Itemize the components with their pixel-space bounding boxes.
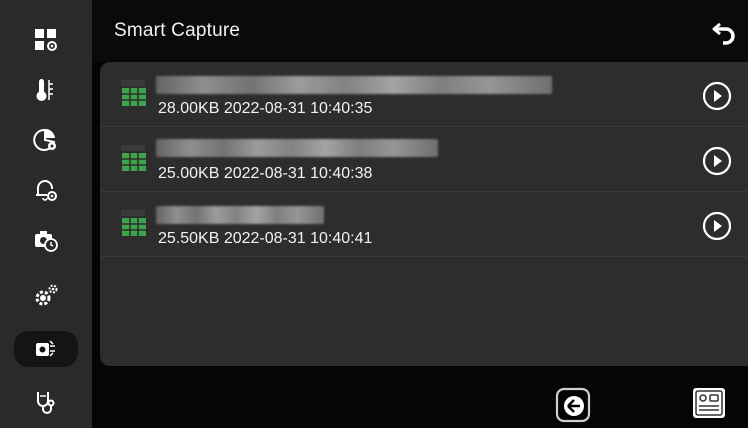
header: Smart Capture xyxy=(92,0,748,62)
grid-settings-icon xyxy=(35,29,57,51)
page-title: Smart Capture xyxy=(114,20,241,41)
sidebar-item-settings[interactable] xyxy=(14,278,78,314)
sidebar-item-smart-capture[interactable] xyxy=(14,331,78,367)
thermometer-icon xyxy=(36,79,53,101)
filename-obscured xyxy=(156,206,324,224)
alarm-bell-settings-icon xyxy=(36,180,57,201)
restore-icon[interactable] xyxy=(554,386,592,424)
capture-list: 28.00KB 2022-08-31 10:40:35 25.00KB 2022… xyxy=(100,62,748,366)
smart-capture-icon xyxy=(36,340,55,357)
sidebar-item-layout[interactable] xyxy=(14,22,78,58)
thermal-image-icon xyxy=(121,145,146,171)
thermal-image-icon xyxy=(121,80,146,106)
capture-meta: 25.00KB 2022-08-31 10:40:38 xyxy=(158,165,373,182)
sidebar-item-capture[interactable] xyxy=(14,222,78,258)
play-icon[interactable] xyxy=(702,146,732,176)
list-item[interactable]: 25.50KB 2022-08-31 10:40:41 xyxy=(100,192,748,256)
sidebar-item-alarm[interactable] xyxy=(14,172,78,208)
play-icon[interactable] xyxy=(702,211,732,241)
palette-settings-icon xyxy=(33,128,56,151)
capture-meta: 28.00KB 2022-08-31 10:40:35 xyxy=(158,100,373,117)
back-icon[interactable] xyxy=(710,16,740,46)
gears-icon xyxy=(35,284,58,306)
filename-obscured xyxy=(156,76,552,94)
play-icon[interactable] xyxy=(702,81,732,111)
sidebar xyxy=(0,0,92,428)
gallery-settings-icon[interactable] xyxy=(690,386,728,422)
list-item[interactable]: 25.00KB 2022-08-31 10:40:38 xyxy=(100,127,748,191)
camera-timer-icon xyxy=(35,231,58,252)
divider xyxy=(100,256,748,257)
list-item[interactable]: 28.00KB 2022-08-31 10:40:35 xyxy=(100,62,748,126)
sidebar-item-temperature[interactable] xyxy=(14,72,78,108)
sidebar-item-medical[interactable] xyxy=(14,384,78,420)
stethoscope-icon xyxy=(37,392,55,414)
filename-obscured xyxy=(156,139,438,157)
thermal-image-icon xyxy=(121,210,146,236)
sidebar-item-palette[interactable] xyxy=(14,122,78,158)
capture-meta: 25.50KB 2022-08-31 10:40:41 xyxy=(158,230,373,247)
